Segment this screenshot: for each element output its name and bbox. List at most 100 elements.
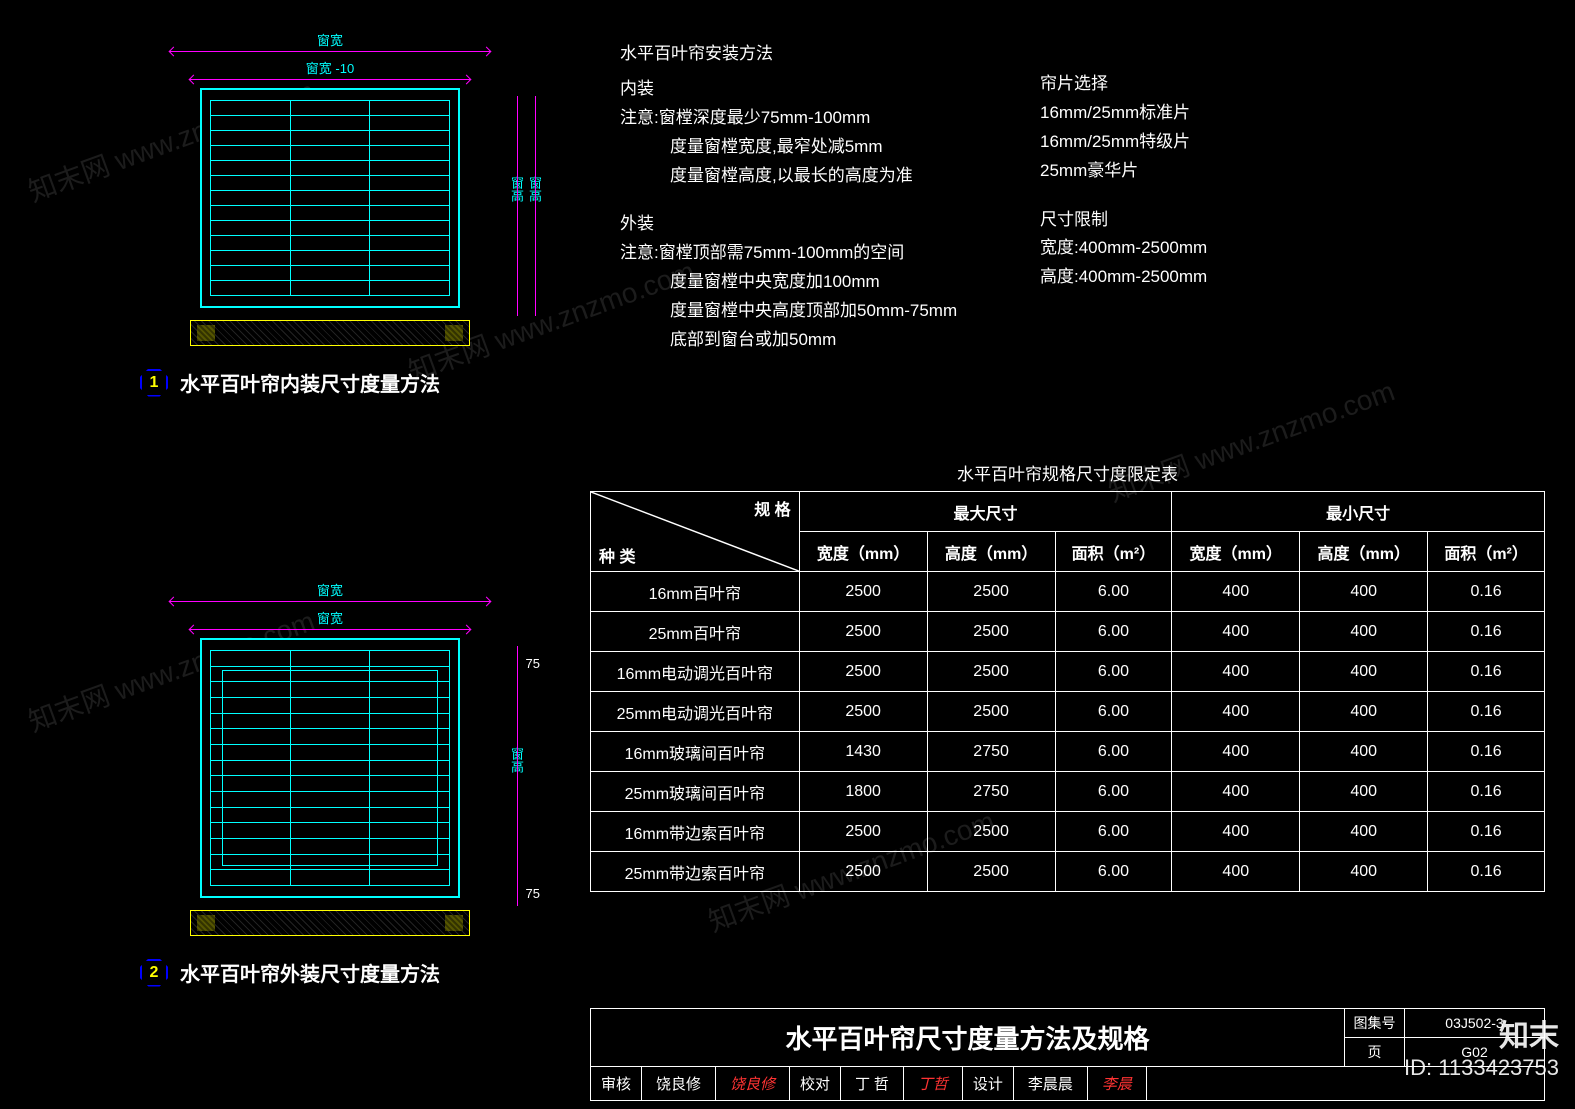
cell: 2500 <box>927 852 1055 892</box>
drawing-1-internal-mount: 窗宽 窗宽 -10 窗高 窗高 1 水平百叶帘内装尺寸度量方法 <box>170 30 490 397</box>
dimension-line <box>170 601 490 602</box>
cell: 400 <box>1172 812 1300 852</box>
table-row: 16mm电动调光百叶帘250025006.004004000.16 <box>591 652 1545 692</box>
cell: 6.00 <box>1055 852 1172 892</box>
diag-bottom-label: 种 类 <box>599 543 635 567</box>
cell: 2500 <box>927 572 1055 612</box>
notes-line: 度量窗樘高度,以最长的高度为准 <box>670 162 957 191</box>
row-name: 25mm玻璃间百叶帘 <box>591 772 800 812</box>
table-row: 16mm带边索百叶帘250025006.004004000.16 <box>591 812 1545 852</box>
cell: 400 <box>1300 852 1428 892</box>
cell: 1800 <box>799 772 927 812</box>
notes-internal-heading: 内装 <box>620 75 957 104</box>
row-name: 16mm电动调光百叶帘 <box>591 652 800 692</box>
notes-line: 宽度:400mm-2500mm <box>1040 234 1207 263</box>
dim-window-width-minus10: 窗宽 -10 <box>190 58 470 77</box>
cell: 0.16 <box>1428 692 1545 732</box>
dimension-line-v <box>517 646 518 906</box>
cell: 6.00 <box>1055 732 1172 772</box>
cell: 400 <box>1172 652 1300 692</box>
sign-role: 设计 <box>963 1067 1014 1100</box>
install-notes: 水平百叶帘安装方法 内装 注意:窗樘深度最少75mm-100mm 度量窗樘宽度,… <box>620 40 957 355</box>
row-name: 25mm百叶帘 <box>591 612 800 652</box>
notes-line: 度量窗樘中央宽度加100mm <box>670 268 957 297</box>
cell: 6.00 <box>1055 572 1172 612</box>
cell: 0.16 <box>1428 852 1545 892</box>
page-key: 页 <box>1345 1038 1405 1066</box>
dim-window-width: 窗宽 <box>170 30 490 49</box>
cell: 2750 <box>927 772 1055 812</box>
cell: 6.00 <box>1055 612 1172 652</box>
table-row: 25mm百叶帘250025006.004004000.16 <box>591 612 1545 652</box>
slat-choice-heading: 帘片选择 <box>1040 70 1207 99</box>
sheet-title: 水平百叶帘尺寸度量方法及规格 <box>591 1009 1344 1066</box>
cell: 400 <box>1300 692 1428 732</box>
atlas-key: 图集号 <box>1345 1009 1405 1037</box>
table-row: 25mm玻璃间百叶帘180027506.004004000.16 <box>591 772 1545 812</box>
table-row: 16mm百叶帘250025006.004004000.16 <box>591 572 1545 612</box>
notes-title: 水平百叶帘安装方法 <box>620 40 957 69</box>
notes-line: 高度:400mm-2500mm <box>1040 263 1207 292</box>
cell: 2500 <box>799 692 927 732</box>
cell: 400 <box>1300 812 1428 852</box>
cell: 6.00 <box>1055 652 1172 692</box>
notes-line: 16mm/25mm特级片 <box>1040 128 1207 157</box>
col-header: 高度（mm） <box>927 532 1055 572</box>
spec-notes: 帘片选择 16mm/25mm标准片 16mm/25mm特级片 25mm豪华片 尺… <box>1040 70 1207 292</box>
sign-name: 丁 哲 <box>841 1067 904 1100</box>
notes-line: 16mm/25mm标准片 <box>1040 99 1207 128</box>
blind-section <box>190 320 470 346</box>
cell: 2500 <box>799 812 927 852</box>
notes-line: 注意:窗樘顶部需75mm-100mm的空间 <box>620 239 957 268</box>
row-name: 16mm带边索百叶帘 <box>591 812 800 852</box>
cell: 400 <box>1172 572 1300 612</box>
table-row: 25mm电动调光百叶帘250025006.004004000.16 <box>591 692 1545 732</box>
table-row: 25mm带边索百叶帘250025006.004004000.16 <box>591 852 1545 892</box>
caption-number-1: 1 <box>140 369 168 397</box>
drawing-caption-1: 1 水平百叶帘内装尺寸度量方法 <box>140 368 490 397</box>
col-header: 宽度（mm） <box>1172 532 1300 572</box>
signature-row: 审核饶良修饶良修校对丁 哲丁哲设计李晨晨李晨 <box>590 1067 1545 1101</box>
dimension-line <box>170 51 490 52</box>
cell: 1430 <box>799 732 927 772</box>
caption-text-2: 水平百叶帘外装尺寸度量方法 <box>180 958 440 987</box>
dimension-line <box>190 79 470 80</box>
notes-line: 注意:窗樘深度最少75mm-100mm <box>620 104 957 133</box>
cell: 2500 <box>799 652 927 692</box>
cell: 0.16 <box>1428 812 1545 852</box>
cell: 2500 <box>927 692 1055 732</box>
dim-75-bottom: 75 <box>526 886 540 901</box>
drawing-caption-2: 2 水平百叶帘外装尺寸度量方法 <box>140 958 490 987</box>
title-block: 水平百叶帘尺寸度量方法及规格 图集号 03J502-3 页 G02 审核饶良修饶… <box>590 1008 1545 1101</box>
drawing-2-external-mount: 窗宽 窗宽 窗高 75 75 2 水平百叶帘外装尺寸度量方法 <box>170 580 490 987</box>
diag-top-label: 规 格 <box>754 496 790 520</box>
col-group-min: 最小尺寸 <box>1172 492 1545 532</box>
col-group-max: 最大尺寸 <box>799 492 1172 532</box>
col-header: 面积（m²） <box>1428 532 1545 572</box>
cell: 400 <box>1300 772 1428 812</box>
brand-watermark: 知末 ID: 1133423753 <box>1404 1011 1559 1081</box>
cell: 400 <box>1300 612 1428 652</box>
notes-line: 底部到窗台或加50mm <box>670 326 957 355</box>
signature: 饶良修 <box>716 1067 790 1100</box>
row-name: 25mm带边索百叶帘 <box>591 852 800 892</box>
cell: 0.16 <box>1428 612 1545 652</box>
dimension-line-v <box>535 96 536 316</box>
sign-name: 饶良修 <box>642 1067 716 1100</box>
notes-line: 度量窗樘中央高度顶部加50mm-75mm <box>670 297 957 326</box>
cell: 400 <box>1172 692 1300 732</box>
cell: 400 <box>1172 732 1300 772</box>
row-name: 16mm玻璃间百叶帘 <box>591 732 800 772</box>
col-header: 高度（mm） <box>1300 532 1428 572</box>
dimension-line-v <box>517 96 518 316</box>
row-name: 25mm电动调光百叶帘 <box>591 692 800 732</box>
notes-line: 25mm豪华片 <box>1040 157 1207 186</box>
cell: 400 <box>1300 572 1428 612</box>
cell: 0.16 <box>1428 732 1545 772</box>
dim-window-width-inner: 窗宽 <box>190 608 470 627</box>
cell: 400 <box>1300 652 1428 692</box>
cell: 400 <box>1172 852 1300 892</box>
notes-external-heading: 外装 <box>620 210 957 239</box>
sign-role: 校对 <box>790 1067 841 1100</box>
cell: 0.16 <box>1428 772 1545 812</box>
